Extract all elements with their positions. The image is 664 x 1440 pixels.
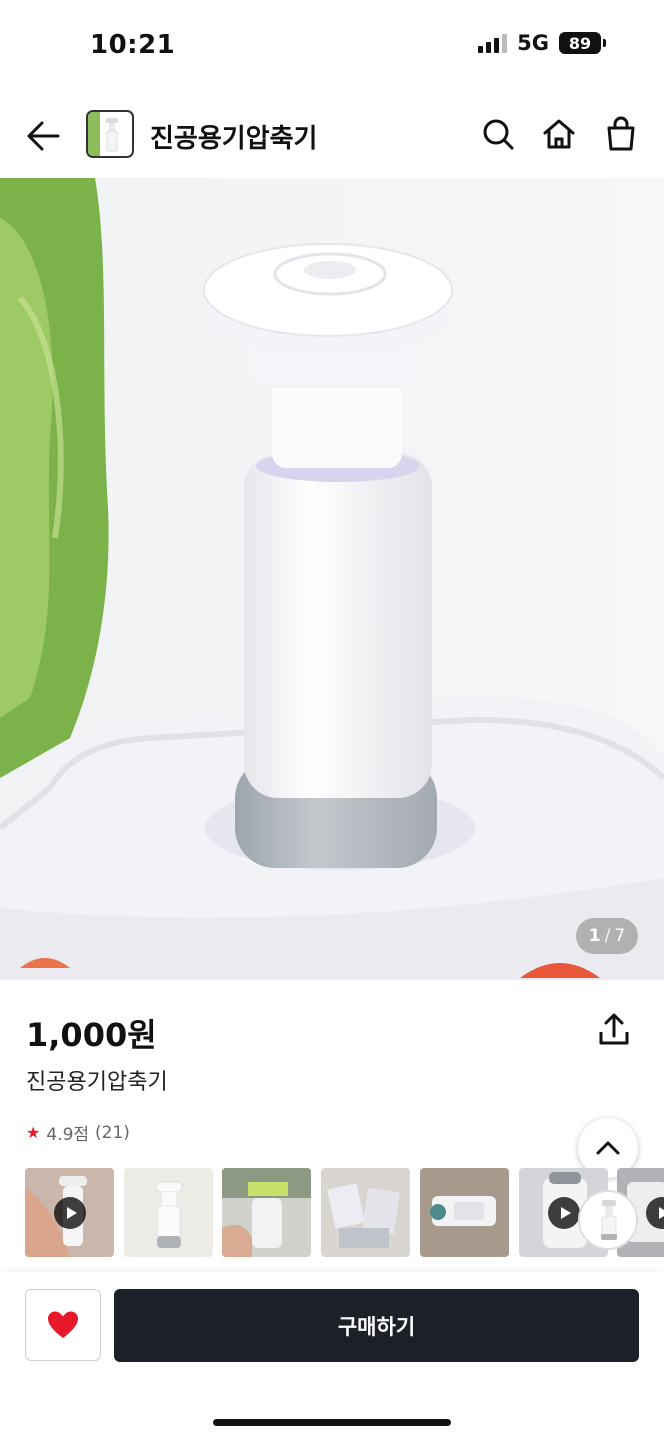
- status-bar: 10:21 5G 89: [0, 0, 664, 92]
- star-icon: ★: [26, 1123, 41, 1142]
- status-time: 10:21: [90, 30, 176, 60]
- thumbnail-image[interactable]: [222, 1168, 311, 1257]
- shopping-bag-icon[interactable]: [601, 114, 641, 154]
- review-count: (21): [95, 1122, 130, 1143]
- product-name: 진공용기압축기: [26, 1070, 168, 1095]
- product-photo: [0, 178, 664, 980]
- product-thumbnail-logo[interactable]: [86, 110, 134, 158]
- heart-icon: [48, 1311, 78, 1338]
- product-rating[interactable]: ★ 4.9점 (21): [26, 1120, 130, 1146]
- review-thumbnail-strip[interactable]: [25, 1168, 664, 1258]
- page-title: 진공용기압축기: [150, 124, 318, 154]
- page-separator: /: [604, 926, 611, 946]
- search-icon[interactable]: [478, 114, 518, 154]
- chevron-up-icon: [596, 1141, 620, 1155]
- product-image-carousel[interactable]: 1/7: [0, 178, 664, 980]
- thumbnail-video[interactable]: [25, 1168, 114, 1257]
- share-icon[interactable]: [594, 1010, 634, 1050]
- cellular-signal-icon: [478, 33, 508, 53]
- like-button[interactable]: [25, 1289, 101, 1361]
- page-current: 1: [588, 926, 601, 946]
- network-type: 5G: [517, 31, 549, 55]
- buy-button[interactable]: 구매하기: [114, 1289, 639, 1362]
- play-icon: [548, 1197, 580, 1229]
- thumbnail-image[interactable]: [420, 1168, 509, 1257]
- bottom-action-bar: 구매하기: [0, 1272, 664, 1440]
- page-total: 7: [614, 926, 626, 946]
- thumbnail-image[interactable]: [124, 1168, 213, 1257]
- back-arrow-icon[interactable]: [22, 114, 66, 158]
- battery-icon: 89: [559, 32, 606, 54]
- product-price: 1,000원: [26, 1016, 157, 1054]
- status-indicators: 5G 89: [478, 31, 606, 55]
- floating-product-thumbnail[interactable]: [578, 1190, 638, 1250]
- thumbnail-image[interactable]: [321, 1168, 410, 1257]
- home-indicator: [213, 1419, 451, 1426]
- app-header: 진공용기압축기: [0, 92, 664, 178]
- home-icon[interactable]: [539, 114, 579, 154]
- image-page-indicator: 1/7: [576, 918, 638, 954]
- rating-score: 4.9점: [46, 1125, 90, 1145]
- play-icon: [54, 1197, 86, 1229]
- battery-level: 89: [559, 32, 601, 54]
